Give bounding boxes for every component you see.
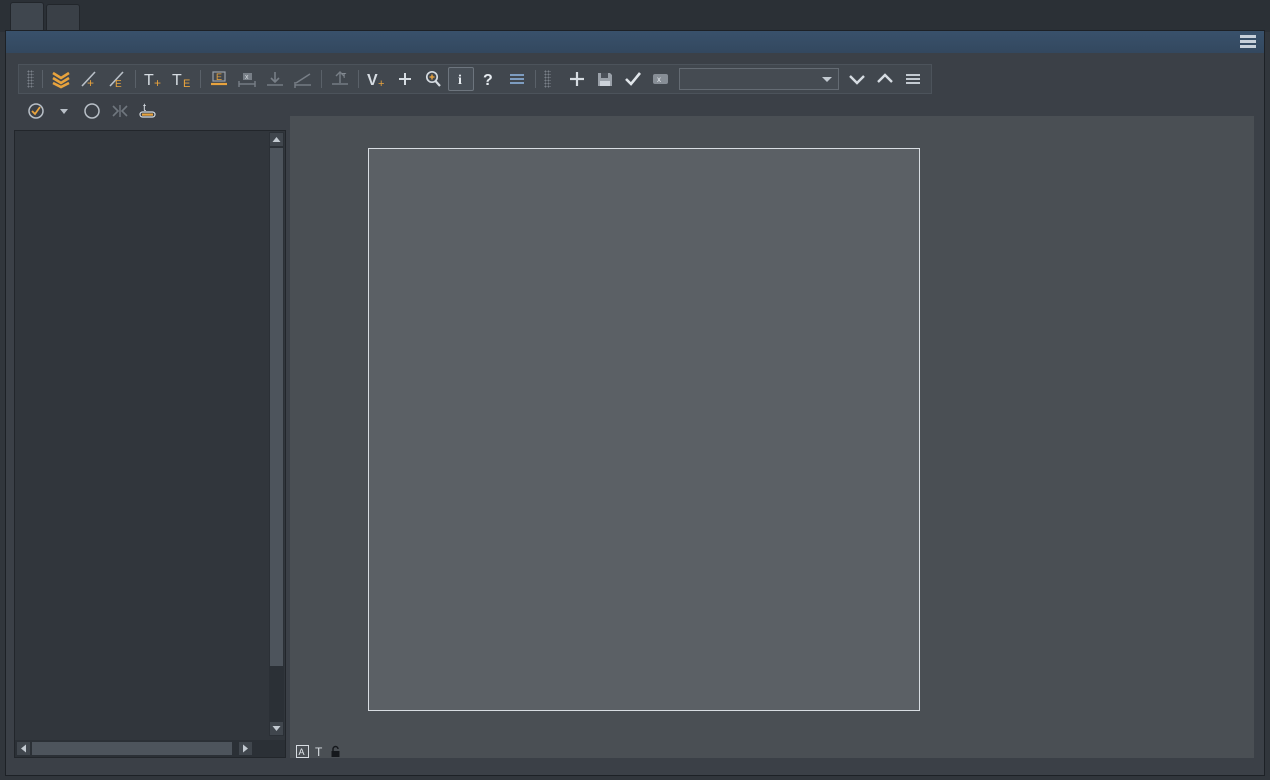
svg-text:V: V	[367, 72, 378, 89]
chevron-up-icon[interactable]	[872, 67, 898, 91]
lock-icon[interactable]	[330, 745, 341, 758]
secondary-toolbar: t	[18, 97, 166, 125]
autoscale-icon[interactable]: A	[296, 745, 309, 758]
svg-text:+: +	[87, 76, 94, 89]
svg-text:i: i	[458, 73, 462, 88]
template-combobox[interactable]	[679, 68, 839, 90]
toolbar-separator	[321, 70, 322, 88]
menu-icon[interactable]	[900, 67, 926, 91]
toolbar-region: + E T + T E E x T V + i ? x t	[6, 53, 1254, 119]
series-tree-panel	[14, 130, 286, 758]
svg-text:x: x	[245, 74, 249, 81]
svg-text:E: E	[216, 72, 222, 82]
series-tree[interactable]	[15, 131, 270, 737]
scroll-up-button[interactable]	[269, 132, 284, 147]
toolbar-separator	[535, 70, 536, 88]
toolbar-separator	[42, 70, 43, 88]
main-tabstrip	[0, 0, 1270, 32]
edit-text-icon[interactable]: T E	[169, 67, 195, 91]
plus-icon[interactable]	[392, 67, 418, 91]
svg-text:A: A	[299, 747, 305, 757]
svg-text:x: x	[657, 75, 661, 84]
angle-icon[interactable]	[290, 67, 316, 91]
svg-text:E: E	[115, 79, 122, 89]
zoom-icon[interactable]	[420, 67, 446, 91]
toolbar-separator	[135, 70, 136, 88]
chart-canvas[interactable]	[290, 116, 1254, 758]
check-circle-icon[interactable]	[23, 99, 49, 123]
list-icon[interactable]	[504, 67, 530, 91]
tab-graphs[interactable]	[10, 2, 44, 32]
delete-segment-icon[interactable]: x	[234, 67, 260, 91]
svg-text:T: T	[315, 745, 323, 758]
tab-data[interactable]	[46, 4, 80, 32]
chevron-down-icon	[822, 76, 832, 82]
t-axis-icon[interactable]: t	[135, 99, 161, 123]
svg-text:T: T	[342, 73, 347, 80]
template-add-icon[interactable]	[564, 67, 590, 91]
template-clear-icon[interactable]: x	[648, 67, 674, 91]
tree-hscroll-thumb[interactable]	[32, 742, 232, 755]
scroll-down-button[interactable]	[269, 721, 284, 736]
help-icon[interactable]: ?	[476, 67, 502, 91]
down-arrow-icon[interactable]	[262, 67, 288, 91]
scroll-right-button[interactable]	[238, 741, 253, 756]
panel-titlebar	[6, 31, 1264, 53]
baseline-icon[interactable]: E	[206, 67, 232, 91]
collapse-icon[interactable]	[107, 99, 133, 123]
graphs-application: + E T + T E E x T V + i ? x t A T	[0, 0, 1270, 780]
template-save-icon[interactable]	[592, 67, 618, 91]
template-apply-icon[interactable]	[620, 67, 646, 91]
svg-text:+: +	[378, 78, 384, 89]
chart-footer-toolbar: A T	[296, 745, 341, 758]
circle-icon[interactable]	[79, 99, 105, 123]
svg-text:?: ?	[483, 72, 493, 89]
hamburger-icon[interactable]	[1240, 35, 1256, 48]
svg-text:+: +	[154, 76, 161, 89]
layers-icon[interactable]	[48, 67, 74, 91]
tree-scroll-thumb[interactable]	[270, 148, 283, 666]
svg-text:T: T	[144, 72, 154, 89]
dropdown-caret-icon[interactable]	[51, 99, 77, 123]
tree-vertical-scrollbar[interactable]	[269, 132, 284, 736]
toolbar-separator	[200, 70, 201, 88]
add-text-icon[interactable]: T +	[141, 67, 167, 91]
tree-horizontal-scrollbar[interactable]	[15, 740, 285, 757]
add-line-icon[interactable]: +	[76, 67, 102, 91]
toolbar-separator	[358, 70, 359, 88]
chevron-down-icon[interactable]	[844, 67, 870, 91]
svg-text:E: E	[183, 78, 190, 89]
axis-icon[interactable]: T	[327, 67, 353, 91]
edit-line-icon[interactable]: E	[104, 67, 130, 91]
main-toolbar: + E T + T E E x T V + i ? x	[18, 64, 932, 94]
toolbar-grip-icon[interactable]	[27, 70, 34, 88]
text-icon[interactable]: T	[314, 745, 325, 758]
scroll-left-button[interactable]	[16, 741, 31, 756]
template-toolbar-grip-icon[interactable]	[544, 70, 551, 88]
cursor-readout	[600, 752, 614, 768]
svg-text:T: T	[172, 72, 182, 89]
info-icon[interactable]: i	[448, 67, 474, 91]
v-plus-icon[interactable]: V +	[364, 67, 390, 91]
chart-plot-region[interactable]	[368, 148, 920, 711]
